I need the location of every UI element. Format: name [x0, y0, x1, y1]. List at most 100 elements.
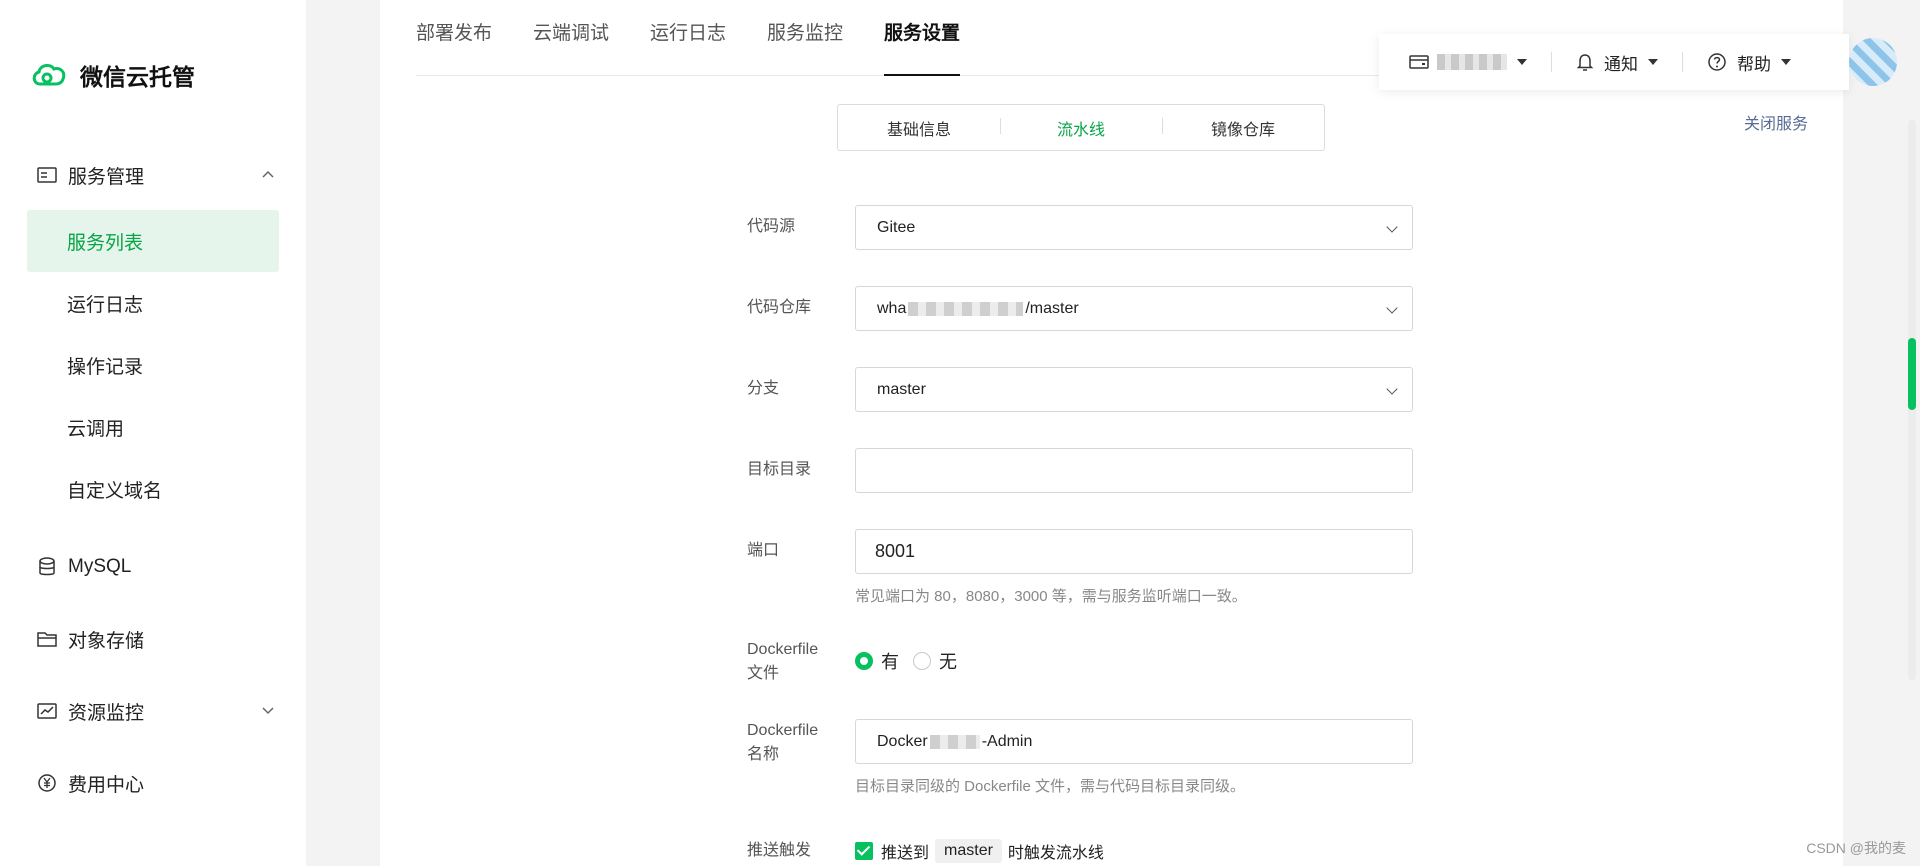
- main-content: 部署发布 云端调试 运行日志 服务监控 服务设置 通知 帮助 基础信息 流水线 …: [380, 0, 1897, 866]
- segment-image-registry[interactable]: 镜像仓库: [1162, 116, 1324, 140]
- sidebar: 微信云托管 服务管理 服务列表 运行日志 操作记录 云调用 自定义域名 MySQ…: [0, 0, 306, 866]
- branch-label: 分支: [747, 380, 780, 397]
- nav-group-label: 费用中心: [68, 774, 145, 796]
- repo-value-suffix: /master: [1025, 299, 1079, 317]
- sidebar-item-service-list[interactable]: 服务列表: [27, 210, 279, 272]
- toolbar-divider: [1682, 52, 1683, 72]
- nav-group-object-storage[interactable]: 对象存储: [0, 612, 306, 666]
- target-dir-label: 目标目录: [747, 461, 812, 478]
- brand-name: 微信云托管: [80, 64, 195, 90]
- caret-down-icon: [1517, 59, 1527, 65]
- help-button[interactable]: 帮助: [1707, 50, 1791, 75]
- port-label: 端口: [747, 542, 780, 559]
- dockerfile-name-masked: [929, 734, 980, 749]
- bell-icon: [1576, 54, 1594, 71]
- dockerfile-label-line1: Dockerfile: [747, 641, 819, 658]
- sidebar-item-label: 自定义域名: [67, 480, 163, 502]
- yen-icon: [36, 772, 58, 794]
- dockerfile-name-input[interactable]: Docker -Admin: [855, 719, 1413, 764]
- repo-label: 代码仓库: [747, 299, 812, 316]
- sidebar-item-run-logs[interactable]: 运行日志: [27, 272, 279, 334]
- database-icon: [36, 556, 58, 578]
- nav-group-billing[interactable]: 费用中心: [0, 756, 306, 810]
- nav-group-resource-monitor[interactable]: 资源监控: [0, 684, 306, 738]
- help-circle-icon: [1708, 53, 1726, 71]
- branch-select[interactable]: master: [855, 367, 1413, 412]
- nav-group-label: 资源监控: [68, 702, 145, 724]
- cloud-logo-icon: [32, 63, 66, 86]
- user-avatar[interactable]: [1849, 38, 1897, 86]
- dockerfile-name-prefix: Docker: [877, 732, 928, 750]
- tab-cloud-debug[interactable]: 云端调试: [533, 18, 609, 76]
- port-value: 8001: [875, 541, 916, 561]
- sidebar-nav: 服务管理 服务列表 运行日志 操作记录 云调用 自定义域名 MySQL 对象存储…: [0, 148, 306, 810]
- push-trigger-suffix: 时触发流水线: [1007, 845, 1104, 862]
- close-service-link[interactable]: 关闭服务: [1744, 110, 1808, 134]
- sidebar-item-label: 运行日志: [67, 294, 144, 316]
- dockerfile-radio-group: 有 无: [855, 648, 957, 674]
- sidebar-item-label: 操作记录: [67, 356, 144, 378]
- page-scrollbar-thumb[interactable]: [1908, 338, 1916, 410]
- dockerfile-label-line2: 文件: [747, 665, 780, 682]
- code-source-label: 代码源: [747, 218, 796, 235]
- dockerfile-name-label: Dockerfile 名称: [747, 719, 837, 767]
- dockerfile-label: Dockerfile 文件: [747, 638, 837, 686]
- tab-service-settings[interactable]: 服务设置: [884, 18, 961, 76]
- dockerfile-name-label-line2: 名称: [747, 746, 780, 763]
- chevron-down-icon: [262, 707, 274, 715]
- tab-service-monitor[interactable]: 服务监控: [767, 18, 843, 76]
- push-trigger-prefix[interactable]: 推送到: [881, 839, 929, 863]
- nav-group-label: 服务管理: [68, 166, 145, 188]
- sidebar-item-custom-domain[interactable]: 自定义域名: [27, 458, 279, 520]
- account-switcher[interactable]: [1409, 54, 1527, 70]
- nav-group-label: 对象存储: [68, 630, 145, 652]
- code-source-select[interactable]: Gitee: [855, 205, 1413, 250]
- account-name-masked: [1437, 54, 1507, 70]
- sidebar-item-cloud-call[interactable]: 云调用: [27, 396, 279, 458]
- nav-group-mysql[interactable]: MySQL: [0, 540, 306, 594]
- sidebar-item-label: 云调用: [67, 418, 125, 440]
- top-toolbar: 通知 帮助: [1379, 34, 1897, 90]
- port-hint: 常见端口为 80，8080，3000 等，需与服务监听端口一致。: [855, 588, 1247, 605]
- repo-value-prefix: wha: [877, 299, 907, 317]
- chevron-up-icon: [262, 170, 274, 178]
- dockerfile-no-label[interactable]: 无: [939, 648, 957, 674]
- wallet-icon: [1409, 55, 1429, 69]
- brand-logo[interactable]: 微信云托管: [30, 58, 195, 92]
- sidebar-item-operation-records[interactable]: 操作记录: [27, 334, 279, 396]
- monitor-chart-icon: [36, 700, 58, 722]
- nav-group-label: MySQL: [68, 556, 132, 577]
- dockerfile-name-label-line1: Dockerfile: [747, 722, 819, 739]
- dockerfile-yes-label[interactable]: 有: [881, 648, 899, 674]
- segment-basic-info[interactable]: 基础信息: [838, 116, 1000, 140]
- server-icon: [36, 164, 58, 186]
- caret-down-icon: [1781, 59, 1791, 65]
- tab-run-logs[interactable]: 运行日志: [650, 18, 726, 76]
- notifications-label: 通知: [1604, 54, 1638, 74]
- branch-value: master: [877, 380, 926, 398]
- dockerfile-name-suffix: -Admin: [981, 732, 1033, 750]
- folder-icon: [36, 628, 58, 650]
- push-trigger-group: 推送到 master 时触发流水线: [855, 839, 1104, 863]
- port-input[interactable]: 8001: [855, 529, 1413, 574]
- code-source-value: Gitee: [877, 218, 916, 236]
- watermark: CSDN @我的麦: [1806, 840, 1906, 856]
- help-label: 帮助: [1737, 54, 1771, 74]
- segment-pipeline[interactable]: 流水线: [1000, 116, 1162, 140]
- settings-segmented-control: 基础信息 流水线 镜像仓库: [837, 104, 1325, 151]
- push-branch-tag: master: [935, 839, 1002, 863]
- dockerfile-no-radio[interactable]: [913, 652, 931, 670]
- target-dir-input[interactable]: [855, 448, 1413, 493]
- repo-masked-text: [908, 301, 1024, 316]
- sidebar-item-label: 服务列表: [67, 232, 144, 254]
- nav-group-service-management[interactable]: 服务管理: [0, 148, 306, 202]
- notifications-button[interactable]: 通知: [1576, 50, 1658, 75]
- push-trigger-checkbox[interactable]: [855, 842, 873, 860]
- caret-down-icon: [1648, 59, 1658, 65]
- dockerfile-hint: 目标目录同级的 Dockerfile 文件，需与代码目标目录同级。: [855, 778, 1246, 795]
- push-trigger-label: 推送触发: [747, 842, 812, 859]
- repo-select[interactable]: wha/master: [855, 286, 1413, 331]
- dockerfile-yes-radio[interactable]: [855, 652, 873, 670]
- tab-deploy[interactable]: 部署发布: [416, 18, 492, 76]
- toolbar-divider: [1551, 52, 1552, 72]
